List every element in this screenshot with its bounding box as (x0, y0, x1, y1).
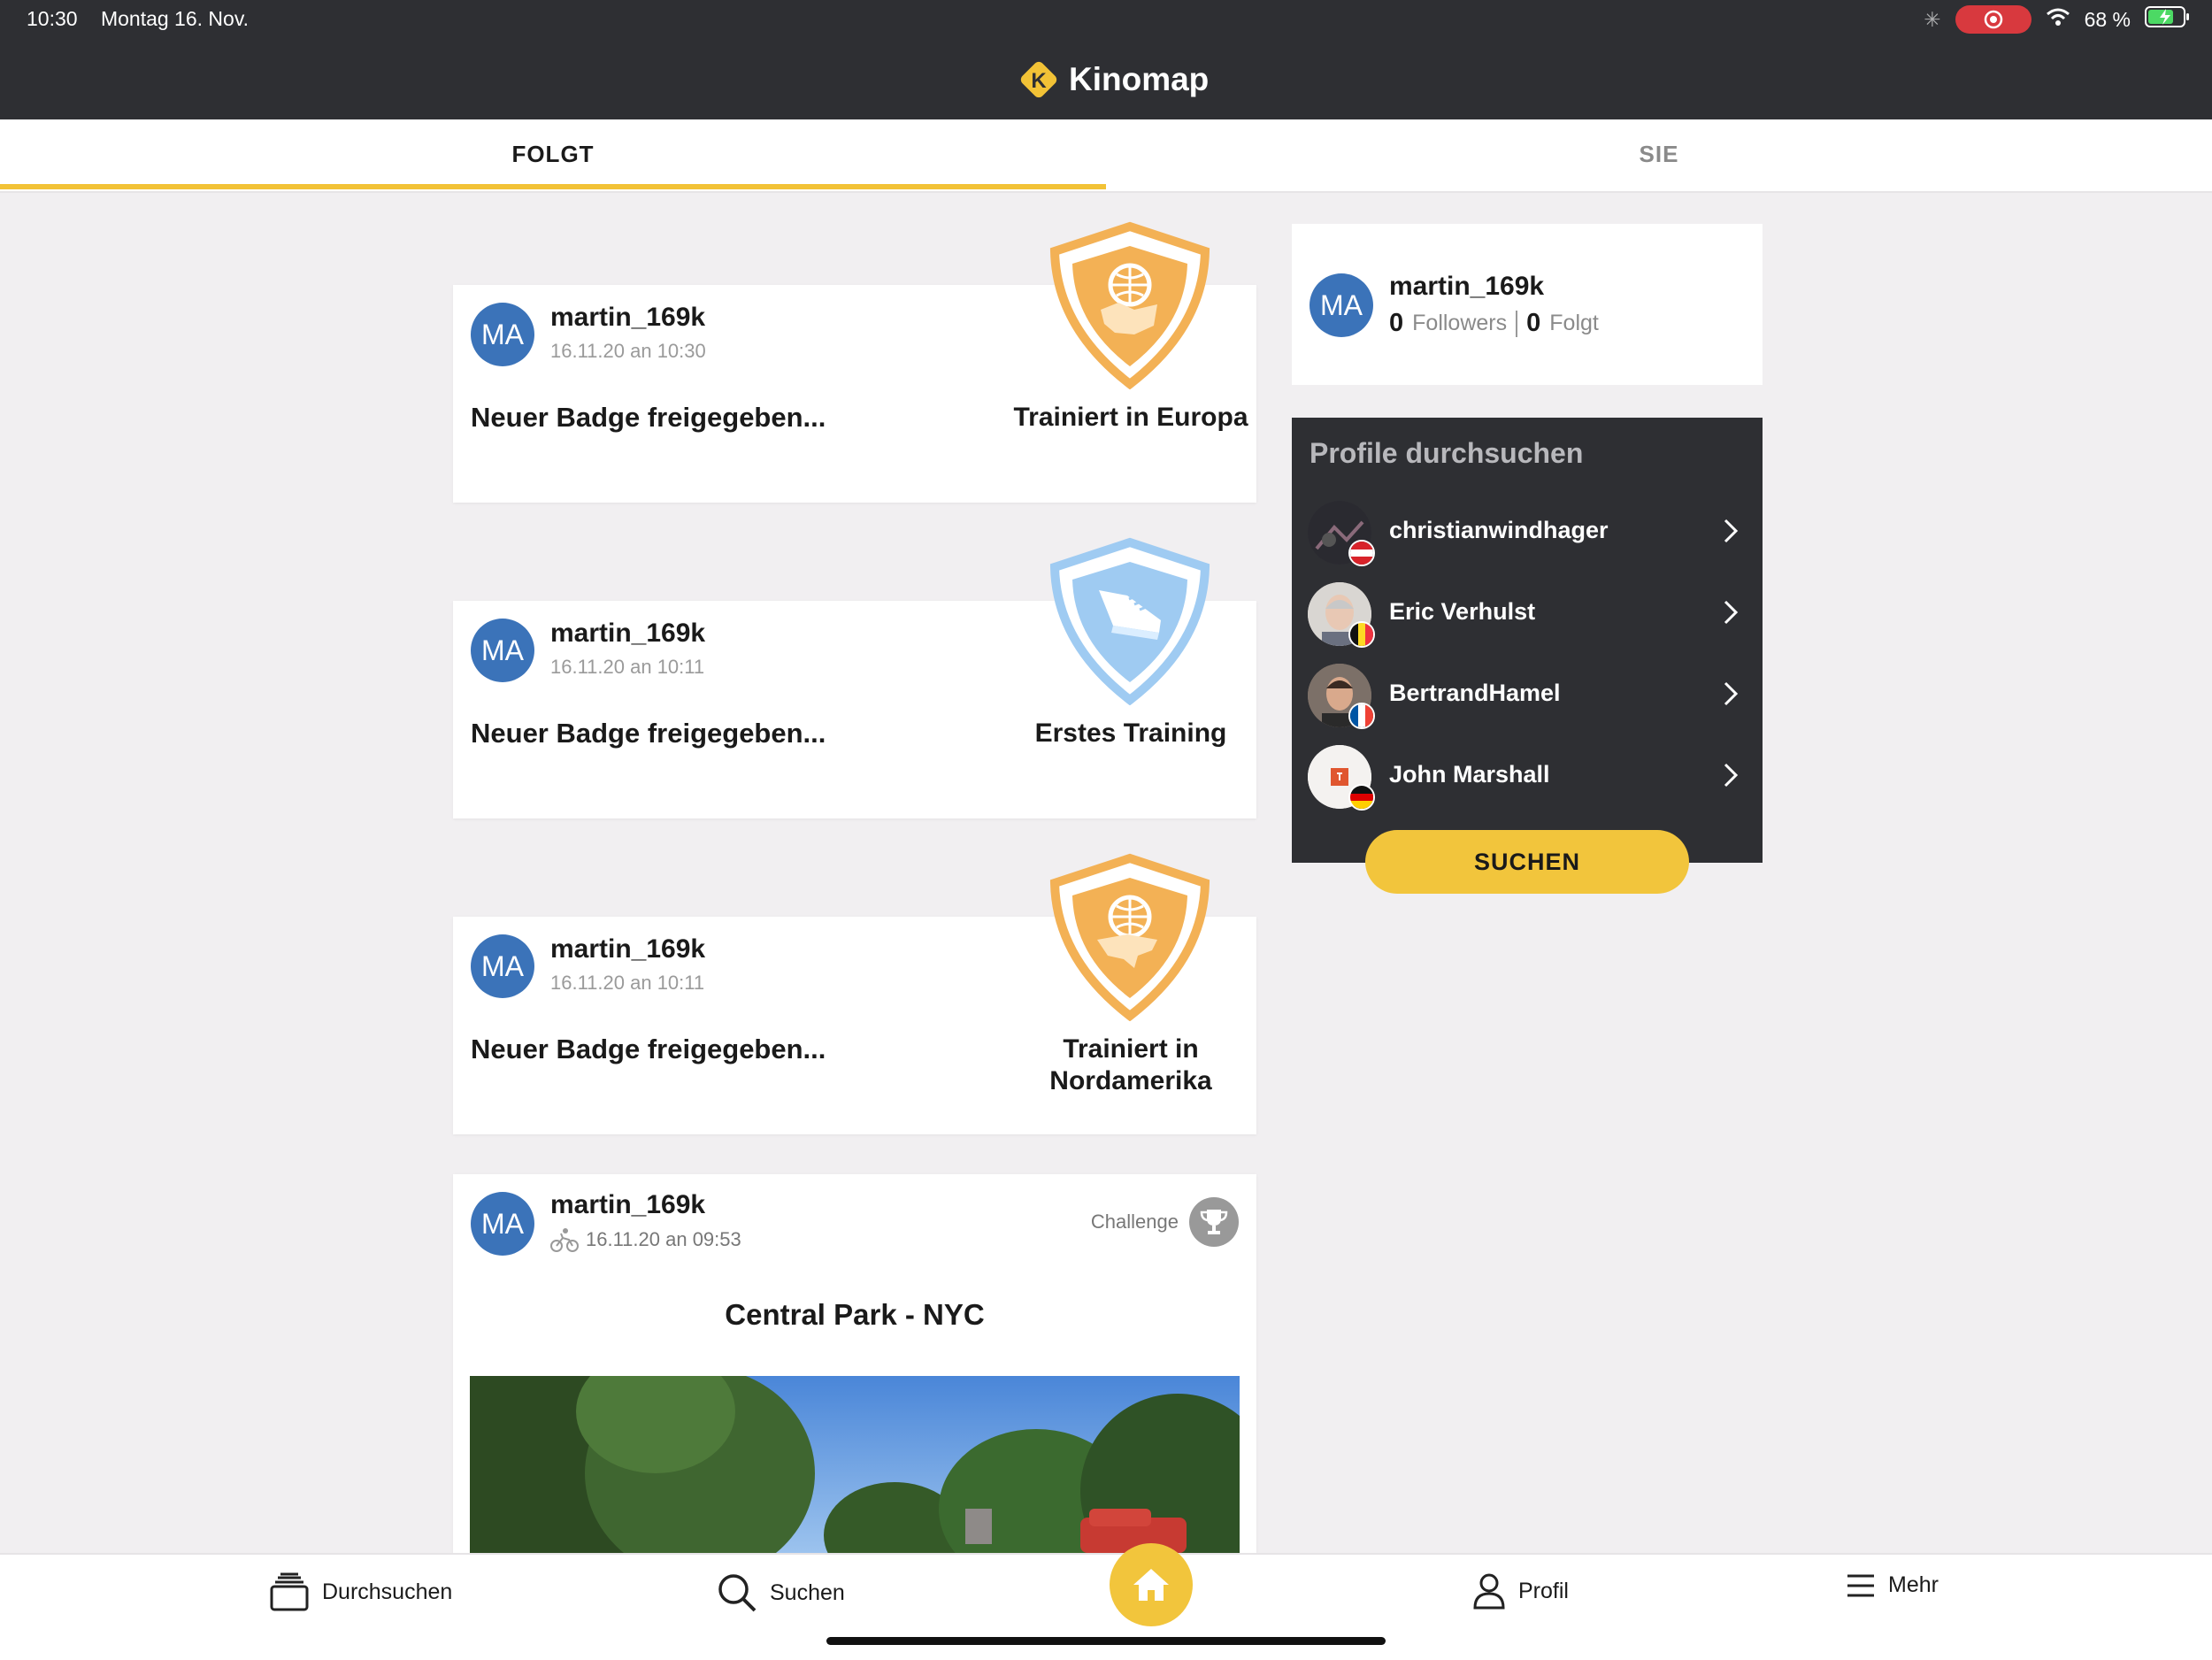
challenge-title[interactable]: Central Park - NYC (453, 1298, 1256, 1332)
nav-browse[interactable]: Durchsuchen (269, 1572, 452, 1611)
europe-badge-icon (1049, 221, 1210, 389)
activity-meta: 16.11.20 an 09:53 (550, 1227, 741, 1252)
profile-name[interactable]: John Marshall (1389, 761, 1550, 788)
battery-icon (2145, 5, 2191, 34)
feed-timestamp: 16.11.20 an 10:11 (550, 972, 705, 994)
first-training-badge-icon (1049, 537, 1210, 705)
belgium-flag-icon (1348, 621, 1375, 648)
badge-label: Trainiert in Nordamerika (998, 1034, 1263, 1097)
cyclist-icon (550, 1228, 579, 1252)
chevron-right-icon[interactable] (1722, 598, 1740, 626)
status-bar-right: ✳ 68 % (1924, 5, 2191, 34)
feed-timestamp: 16.11.20 an 09:53 (586, 1228, 741, 1250)
avatar[interactable]: MA (1310, 273, 1373, 337)
austria-flag-icon (1348, 540, 1375, 566)
browse-icon (270, 1572, 309, 1611)
browse-profiles-panel: Profile durchsuchen christianwindhager E… (1292, 418, 1763, 863)
nav-more[interactable]: Mehr (1846, 1572, 1939, 1598)
logo-letter: K (1031, 69, 1047, 93)
tab-sie[interactable]: SIE (1106, 119, 2212, 189)
feed-username[interactable]: martin_169k (550, 303, 705, 333)
home-icon (1133, 1569, 1169, 1601)
challenge-tag: Challenge (1091, 1197, 1239, 1247)
nav-more-label: Mehr (1888, 1572, 1939, 1597)
trophy-icon (1189, 1197, 1239, 1247)
status-bar-left: 10:30 Montag 16. Nov. (27, 7, 266, 31)
feed-timestamp: 16.11.20 an 10:11 (550, 656, 705, 678)
screen-recording-indicator[interactable] (1955, 5, 2032, 34)
profile-username[interactable]: martin_169k (1389, 272, 1544, 302)
chevron-right-icon[interactable] (1722, 680, 1740, 708)
my-profile-card[interactable]: MA martin_169k 0 Followers 0 Folgt (1292, 224, 1763, 385)
badge-label: Erstes Training (1034, 719, 1227, 748)
search-icon (718, 1574, 757, 1612)
avatar[interactable]: MA (471, 303, 534, 366)
chevron-right-icon[interactable] (1722, 517, 1740, 545)
badge-label-line1: Trainiert in (1063, 1034, 1199, 1064)
profile-row[interactable]: BertrandHamel (1308, 660, 1750, 731)
follow-stats: 0 Followers 0 Folgt (1389, 309, 1599, 338)
nav-profile-label: Profil (1518, 1578, 1569, 1603)
germany-flag-icon (1348, 784, 1375, 811)
profile-row[interactable]: Eric Verhulst (1308, 579, 1750, 649)
feed-headline: Neuer Badge freigegeben... (471, 1034, 826, 1064)
home-button[interactable] (1110, 1543, 1193, 1626)
feed-timestamp: 16.11.20 an 10:30 (550, 340, 706, 362)
status-date: Montag 16. Nov. (100, 7, 250, 30)
avatar[interactable]: MA (471, 934, 534, 998)
badge-label-line2: Nordamerika (1049, 1066, 1212, 1095)
home-indicator[interactable] (826, 1637, 1386, 1645)
loading-spinner-icon: ✳ (1924, 7, 1941, 31)
kinomap-logo: K Kinomap (1018, 58, 1209, 101)
tab-folgt[interactable]: FOLGT (0, 119, 1106, 189)
followers-count[interactable]: 0 (1389, 309, 1403, 338)
feed-username[interactable]: martin_169k (550, 619, 705, 649)
user-icon (1473, 1573, 1505, 1610)
north-america-badge-icon (1049, 853, 1210, 1021)
france-flag-icon (1348, 703, 1375, 729)
nav-search[interactable]: Suchen (717, 1572, 845, 1613)
logo-icon: K (1020, 61, 1057, 98)
nav-profile[interactable]: Profil (1472, 1572, 1569, 1610)
wifi-icon (2046, 7, 2070, 32)
feed-username[interactable]: martin_169k (550, 934, 705, 964)
feed-headline: Neuer Badge freigegeben... (471, 402, 826, 433)
profile-row[interactable]: christianwindhager (1308, 497, 1750, 568)
stats-divider (1516, 310, 1518, 337)
nav-search-label: Suchen (770, 1579, 845, 1605)
search-profiles-button[interactable]: SUCHEN (1365, 830, 1689, 894)
feed-headline: Neuer Badge freigegeben... (471, 718, 826, 749)
profile-name[interactable]: Eric Verhulst (1389, 598, 1535, 626)
route-preview-image[interactable] (470, 1376, 1240, 1553)
challenge-label: Challenge (1090, 1210, 1179, 1233)
feed-username[interactable]: martin_169k (550, 1190, 705, 1220)
challenge-card[interactable]: MA martin_169k 16.11.20 an 09:53 Challen… (453, 1174, 1256, 1553)
following-count[interactable]: 0 (1526, 309, 1540, 338)
followers-label[interactable]: Followers (1412, 311, 1507, 336)
menu-icon (1847, 1574, 1874, 1596)
profile-name[interactable]: BertrandHamel (1389, 680, 1561, 707)
profile-name[interactable]: christianwindhager (1389, 517, 1609, 544)
battery-level: 68 % (2084, 7, 2131, 31)
tab-bar: FOLGT SIE (0, 119, 2212, 193)
following-label[interactable]: Folgt (1549, 311, 1599, 336)
badge-label: Trainiert in Europa (1013, 403, 1248, 432)
avatar[interactable]: MA (471, 619, 534, 682)
chevron-right-icon[interactable] (1722, 761, 1740, 789)
avatar[interactable]: MA (471, 1192, 534, 1256)
app-title: Kinomap (1069, 61, 1210, 97)
browse-panel-title: Profile durchsuchen (1310, 437, 1584, 469)
profile-row[interactable]: John Marshall (1308, 742, 1750, 812)
nav-browse-label: Durchsuchen (322, 1579, 453, 1604)
status-time: 10:30 (27, 7, 78, 30)
